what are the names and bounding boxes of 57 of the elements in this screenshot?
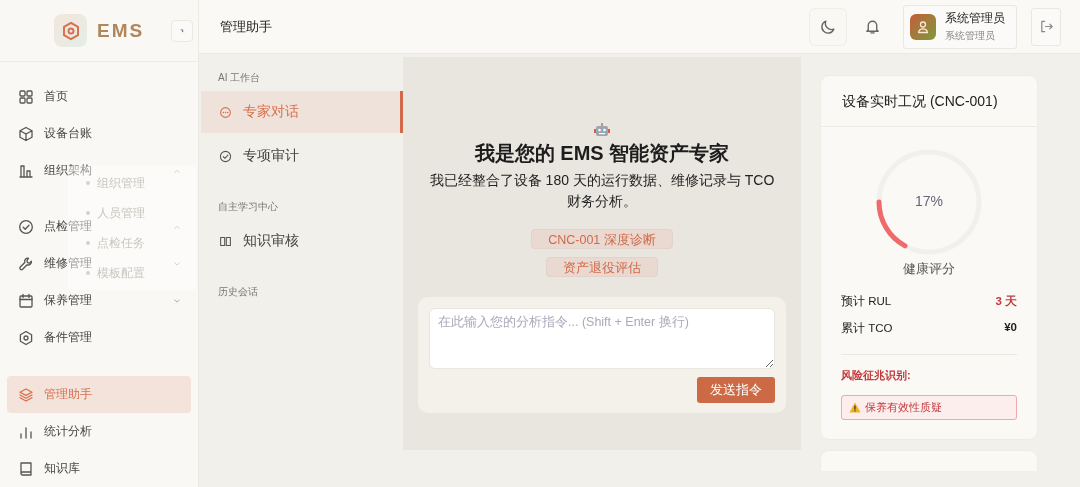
cube-icon [18,125,34,142]
nav-item[interactable]: 组织架构 [7,152,96,189]
moon-icon [819,18,837,35]
grid-icon [18,88,34,105]
chat-icon [219,105,232,119]
workspace-item[interactable]: 知识审核 [201,220,403,262]
bullet-icon [86,181,90,185]
user-role: 系统管理员 [945,29,996,43]
user-menu[interactable]: 系统管理员 系统管理员 [903,4,1017,49]
assistant-intro: 我已经整合了设备 180 天的运行数据、维修记录与 TCO 财务分析。 [429,171,775,211]
section-heading: 历史会话 [217,285,259,299]
user-name: 系统管理员 [945,10,1005,27]
nav-item[interactable]: 统计分析 [7,413,96,450]
metric-label: 预计 RUL [841,294,892,309]
hexagon-icon [60,20,81,41]
risk-heading: 风险征兆识别: [841,368,912,383]
risk-text: 保养有效性质疑 [865,400,942,415]
nav-item[interactable]: 点检管理 [7,208,96,245]
bar-chart-icon [18,162,34,179]
nav-item[interactable]: 设备台账 [7,115,96,152]
bell-icon [863,18,881,35]
card-title: 设备实时工况 (CNC-001) [821,76,1037,127]
hexagon-icon [18,329,34,346]
calendar-icon [18,292,34,309]
section-heading: AI 工作台 [217,71,262,85]
nav-item[interactable]: 知识库 [7,450,84,487]
bullet-icon [86,211,90,215]
warning-icon [849,402,861,413]
bullet-icon [86,271,90,275]
user-icon [915,18,931,35]
metric-label: 累计 TCO [841,321,893,336]
bullet-icon [86,241,90,245]
book-icon [18,460,34,477]
nav-item[interactable]: 保养管理 [7,282,96,319]
page-title: 管理助手 [220,17,272,36]
layers-icon [18,386,34,403]
nav-item[interactable]: 备件管理 [7,319,96,356]
logout-button[interactable] [1031,7,1061,46]
check-circle-icon [18,218,34,235]
wrench-icon [18,255,34,272]
section-heading: 自主学习中心 [217,200,279,214]
book-icon [219,234,232,248]
robot-icon [594,123,610,137]
logout-icon [1038,19,1054,34]
logo-text: EMS [97,19,145,42]
workspace-item[interactable]: 专项审计 [201,135,403,177]
theme-button[interactable] [809,7,847,46]
gauge-label: 健康评分 [902,261,956,278]
nav-item[interactable]: 维修管理 [7,245,96,282]
assistant-title: 我是您的 EMS 智能资产专家 [474,141,730,166]
input-field[interactable]: 在此输入您的分析指令... (Shift + Enter 换行) [429,308,775,369]
nav-item[interactable]: 首页 [7,78,72,115]
metric-value: ¥0 [1004,321,1017,335]
check-circle-icon [219,149,232,163]
metric-value: 3 天 [995,294,1017,309]
health-percent: 17% [914,193,944,209]
send-button[interactable]: 发送指令 [697,377,775,403]
